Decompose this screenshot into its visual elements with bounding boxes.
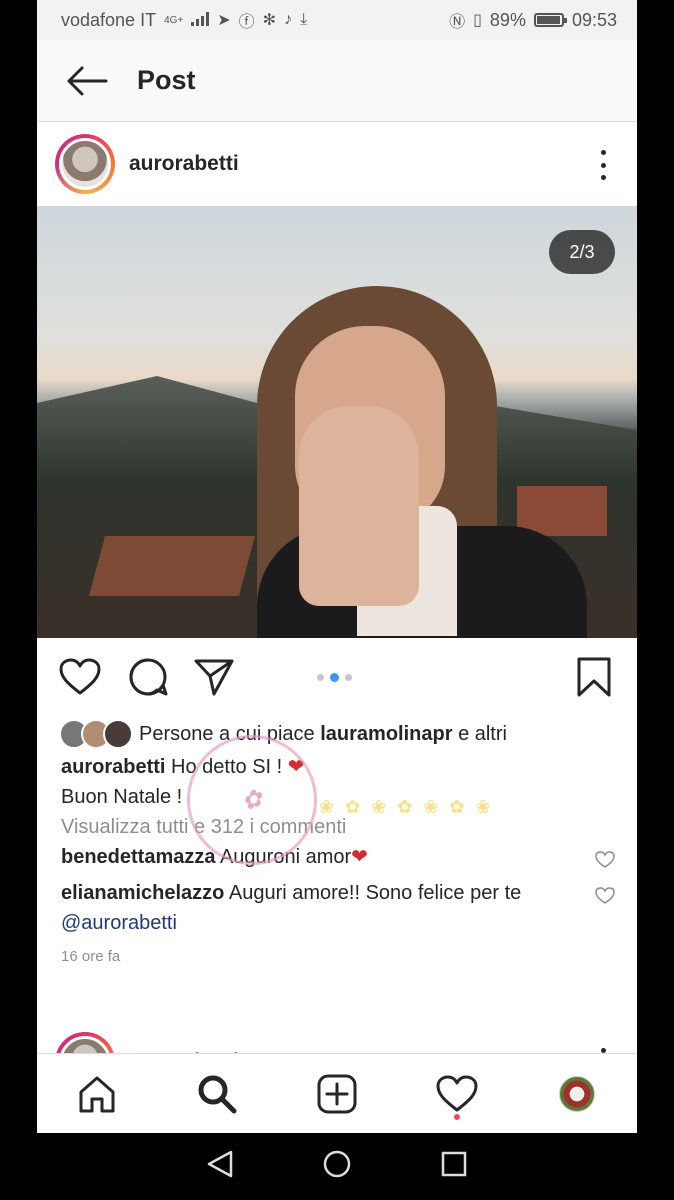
comment-button[interactable] <box>125 654 171 700</box>
system-back-button[interactable] <box>207 1150 233 1183</box>
caption-line-2: Buon Natale ! <box>61 786 183 808</box>
carousel-indicator <box>317 673 352 682</box>
likes-prefix: Persone a cui piace <box>139 722 315 745</box>
comment-row: benedettamazza Auguroni amor❤ <box>61 842 615 878</box>
app-header: Post <box>37 40 637 122</box>
home-icon <box>79 1076 115 1112</box>
red-heart-emoji: ❤ <box>287 756 305 778</box>
activity-icon <box>436 1075 478 1111</box>
add-icon <box>317 1074 357 1113</box>
nav-search[interactable] <box>187 1064 247 1124</box>
caption-text: Ho detto SI ! <box>171 756 283 778</box>
liker-avatars <box>59 719 133 749</box>
avatar <box>103 719 133 749</box>
nav-home[interactable] <box>67 1064 127 1124</box>
send-icon <box>194 659 234 696</box>
battery-icon <box>533 13 567 27</box>
comment-username[interactable]: benedettamazza <box>61 846 216 868</box>
woman-hands <box>299 406 419 606</box>
bottom-navigation <box>37 1053 637 1133</box>
more-options-button[interactable] <box>599 150 607 180</box>
house-roof <box>517 486 607 536</box>
like-button[interactable] <box>57 654 103 700</box>
system-home-button[interactable] <box>323 1150 351 1183</box>
comment-icon <box>129 658 168 696</box>
circle-home-icon <box>323 1150 351 1178</box>
clock: 09:53 <box>571 9 617 30</box>
post-username[interactable]: aurorabetti <box>129 152 239 176</box>
user-avatar[interactable] <box>55 1032 115 1054</box>
dot-icon <box>600 162 606 168</box>
instagram-app: vodafone IT 4G+ ➤ ⓕ ✻ ♪ ⤓ Ⓝ ▯ 89% 09:53 … <box>37 0 637 1200</box>
comment-text: Auguroni amor <box>219 846 352 868</box>
user-avatar[interactable] <box>55 134 115 194</box>
download-icon: ⤓ <box>300 11 308 28</box>
nav-activity[interactable] <box>427 1064 487 1124</box>
post-caption: aurorabetti Ho detto SI ! ❤ Buon Natale … <box>37 752 637 938</box>
nav-add[interactable] <box>307 1064 367 1124</box>
comment-text: Auguri amore!! Sono felice per te <box>228 882 522 904</box>
profile-icon <box>559 1075 595 1112</box>
post-actions <box>37 638 637 716</box>
bookmark-icon <box>577 657 611 697</box>
comment-row: elianamichelazzo Auguri amore!! Sono fel… <box>61 878 615 938</box>
carousel-dot-active <box>330 673 339 682</box>
comment-username[interactable]: elianamichelazzo <box>61 882 224 904</box>
post-image[interactable]: 2/3 <box>37 206 637 638</box>
page-title: Post <box>137 65 196 95</box>
telegram-icon: ➤ <box>217 12 231 29</box>
share-button[interactable] <box>191 654 237 700</box>
signal-icon <box>191 10 210 31</box>
back-arrow-icon <box>67 66 108 95</box>
carousel-counter: 2/3 <box>549 230 615 274</box>
comment-like-icon[interactable] <box>595 884 615 914</box>
facebook-icon: ⓕ <box>238 14 255 31</box>
dot-icon <box>600 150 606 155</box>
house-roof <box>88 536 256 596</box>
carrier-label: vodafone IT <box>61 9 157 30</box>
triangle-back-icon <box>207 1150 233 1178</box>
nav-profile[interactable] <box>547 1064 607 1124</box>
likes-user[interactable]: lauramolinapr <box>320 723 452 745</box>
system-recents-button[interactable] <box>441 1151 467 1182</box>
heart-icon <box>59 658 101 695</box>
comment-like-icon[interactable] <box>595 848 615 878</box>
notification-dot <box>454 1113 460 1120</box>
network-type: 4G+ <box>164 14 184 26</box>
save-button[interactable] <box>571 654 617 700</box>
nfc-icon: Ⓝ <box>449 14 466 31</box>
square-recents-icon <box>441 1151 467 1177</box>
avatar-image <box>59 1036 111 1054</box>
flower-icon: ✻ <box>262 12 277 29</box>
red-heart-emoji: ❤ <box>351 846 368 868</box>
battery-level <box>536 16 561 24</box>
dot-icon <box>600 175 606 180</box>
system-navigation-bar <box>0 1133 674 1200</box>
post-timestamp: 16 ore fa <box>61 948 121 965</box>
mention-link[interactable]: @aurorabetti <box>61 912 177 934</box>
view-all-comments-link[interactable]: Visualizza tutti e 312 i commenti <box>61 812 613 842</box>
carousel-dot <box>345 674 352 681</box>
tiktok-icon: ♪ <box>284 11 293 28</box>
post-header: aurorabetti <box>37 122 637 206</box>
search-icon <box>198 1075 237 1113</box>
likes-summary[interactable]: Persone a cui piace lauramolinapr e altr… <box>37 716 637 752</box>
status-bar: vodafone IT 4G+ ➤ ⓕ ✻ ♪ ⤓ Ⓝ ▯ 89% 09:53 <box>37 0 637 40</box>
avatar-image <box>59 138 111 190</box>
next-post-header: aurorabetti <box>37 1020 637 1054</box>
caption-username[interactable]: aurorabetti <box>61 756 165 778</box>
back-button[interactable] <box>37 40 137 122</box>
battery-percent: 89% <box>489 9 526 30</box>
likes-suffix[interactable]: e altri <box>458 723 507 745</box>
vibrate-icon: ▯ <box>473 12 482 29</box>
carousel-dot <box>317 674 324 681</box>
